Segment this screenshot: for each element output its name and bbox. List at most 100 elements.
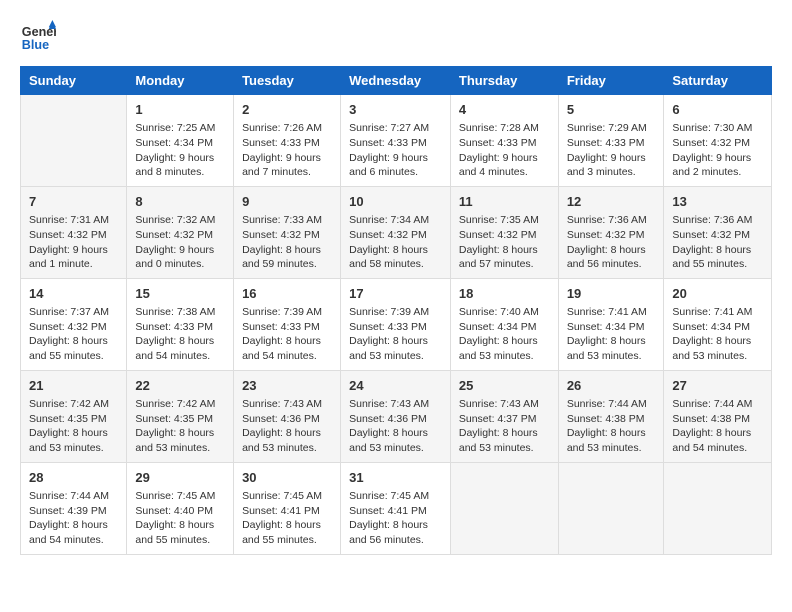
day-info: Sunrise: 7:27 AM Sunset: 4:33 PM Dayligh… — [349, 121, 442, 180]
calendar-day-cell: 28 Sunrise: 7:44 AM Sunset: 4:39 PM Dayli… — [21, 462, 127, 554]
calendar-day-cell: 19 Sunrise: 7:41 AM Sunset: 4:34 PM Dayli… — [558, 278, 664, 370]
day-info: Sunrise: 7:41 AM Sunset: 4:34 PM Dayligh… — [672, 305, 763, 364]
logo: General Blue — [20, 20, 60, 56]
calendar-week-row: 7 Sunrise: 7:31 AM Sunset: 4:32 PM Daylig… — [21, 186, 772, 278]
day-number: 18 — [459, 285, 550, 303]
day-info: Sunrise: 7:44 AM Sunset: 4:39 PM Dayligh… — [29, 489, 118, 548]
calendar-day-cell: 3 Sunrise: 7:27 AM Sunset: 4:33 PM Daylig… — [341, 95, 451, 187]
weekday-header-monday: Monday — [127, 67, 234, 95]
day-info: Sunrise: 7:43 AM Sunset: 4:36 PM Dayligh… — [242, 397, 332, 456]
day-number: 19 — [567, 285, 656, 303]
day-number: 7 — [29, 193, 118, 211]
day-info: Sunrise: 7:25 AM Sunset: 4:34 PM Dayligh… — [135, 121, 225, 180]
day-number: 22 — [135, 377, 225, 395]
logo-icon: General Blue — [20, 20, 56, 56]
calendar-day-cell: 14Sunrise: 7:37 AM Sunset: 4:32 PM Dayli… — [21, 278, 127, 370]
calendar-week-row: 14Sunrise: 7:37 AM Sunset: 4:32 PM Dayli… — [21, 278, 772, 370]
calendar-day-cell: 5Sunrise: 7:29 AM Sunset: 4:33 PM Daylig… — [558, 95, 664, 187]
day-number: 11 — [459, 193, 550, 211]
weekday-header-wednesday: Wednesday — [341, 67, 451, 95]
calendar-empty-cell — [21, 95, 127, 187]
day-number: 28 — [29, 469, 118, 487]
calendar-day-cell: 18 Sunrise: 7:40 AM Sunset: 4:34 PM Dayli… — [450, 278, 558, 370]
calendar-day-cell: 11 Sunrise: 7:35 AM Sunset: 4:32 PM Dayli… — [450, 186, 558, 278]
weekday-header-sunday: Sunday — [21, 67, 127, 95]
day-info: Sunrise: 7:38 AM Sunset: 4:33 PM Dayligh… — [135, 305, 225, 364]
day-info: Sunrise: 7:44 AM Sunset: 4:38 PM Dayligh… — [672, 397, 763, 456]
calendar-day-cell: 9 Sunrise: 7:33 AM Sunset: 4:32 PM Daylig… — [234, 186, 341, 278]
day-info: Sunrise: 7:31 AM Sunset: 4:32 PM Dayligh… — [29, 213, 118, 272]
calendar-day-cell: 16 Sunrise: 7:39 AM Sunset: 4:33 PM Dayli… — [234, 278, 341, 370]
day-number: 31 — [349, 469, 442, 487]
day-info: Sunrise: 7:44 AM Sunset: 4:38 PM Dayligh… — [567, 397, 656, 456]
calendar-day-cell: 20Sunrise: 7:41 AM Sunset: 4:34 PM Dayli… — [664, 278, 772, 370]
day-info: Sunrise: 7:42 AM Sunset: 4:35 PM Dayligh… — [29, 397, 118, 456]
day-number: 3 — [349, 101, 442, 119]
day-info: Sunrise: 7:35 AM Sunset: 4:32 PM Dayligh… — [459, 213, 550, 272]
day-number: 30 — [242, 469, 332, 487]
day-info: Sunrise: 7:33 AM Sunset: 4:32 PM Dayligh… — [242, 213, 332, 272]
day-info: Sunrise: 7:41 AM Sunset: 4:34 PM Dayligh… — [567, 305, 656, 364]
calendar-day-cell: 23 Sunrise: 7:43 AM Sunset: 4:36 PM Dayli… — [234, 370, 341, 462]
day-info: Sunrise: 7:45 AM Sunset: 4:40 PM Dayligh… — [135, 489, 225, 548]
day-number: 21 — [29, 377, 118, 395]
day-number: 9 — [242, 193, 332, 211]
calendar-header-row: SundayMondayTuesdayWednesdayThursdayFrid… — [21, 67, 772, 95]
calendar-empty-cell — [450, 462, 558, 554]
calendar-day-cell: 27 Sunrise: 7:44 AM Sunset: 4:38 PM Dayli… — [664, 370, 772, 462]
day-number: 12 — [567, 193, 656, 211]
calendar-day-cell: 8 Sunrise: 7:32 AM Sunset: 4:32 PM Daylig… — [127, 186, 234, 278]
day-number: 13 — [672, 193, 763, 211]
day-number: 29 — [135, 469, 225, 487]
calendar-day-cell: 25 Sunrise: 7:43 AM Sunset: 4:37 PM Dayli… — [450, 370, 558, 462]
calendar-week-row: 21 Sunrise: 7:42 AM Sunset: 4:35 PM Dayli… — [21, 370, 772, 462]
svg-text:Blue: Blue — [22, 38, 49, 52]
day-info: Sunrise: 7:45 AM Sunset: 4:41 PM Dayligh… — [242, 489, 332, 548]
day-number: 24 — [349, 377, 442, 395]
weekday-header-thursday: Thursday — [450, 67, 558, 95]
calendar-day-cell: 12 Sunrise: 7:36 AM Sunset: 4:32 PM Dayli… — [558, 186, 664, 278]
day-info: Sunrise: 7:43 AM Sunset: 4:36 PM Dayligh… — [349, 397, 442, 456]
calendar-day-cell: 29 Sunrise: 7:45 AM Sunset: 4:40 PM Dayli… — [127, 462, 234, 554]
day-info: Sunrise: 7:42 AM Sunset: 4:35 PM Dayligh… — [135, 397, 225, 456]
calendar-week-row: 1 Sunrise: 7:25 AM Sunset: 4:34 PM Daylig… — [21, 95, 772, 187]
day-number: 10 — [349, 193, 442, 211]
calendar-day-cell: 6 Sunrise: 7:30 AM Sunset: 4:32 PM Daylig… — [664, 95, 772, 187]
day-info: Sunrise: 7:45 AM Sunset: 4:41 PM Dayligh… — [349, 489, 442, 548]
day-number: 27 — [672, 377, 763, 395]
calendar-day-cell: 21 Sunrise: 7:42 AM Sunset: 4:35 PM Dayli… — [21, 370, 127, 462]
day-number: 4 — [459, 101, 550, 119]
calendar-empty-cell — [664, 462, 772, 554]
day-info: Sunrise: 7:26 AM Sunset: 4:33 PM Dayligh… — [242, 121, 332, 180]
day-number: 6 — [672, 101, 763, 119]
calendar-day-cell: 26 Sunrise: 7:44 AM Sunset: 4:38 PM Dayli… — [558, 370, 664, 462]
calendar-day-cell: 24 Sunrise: 7:43 AM Sunset: 4:36 PM Dayli… — [341, 370, 451, 462]
day-info: Sunrise: 7:30 AM Sunset: 4:32 PM Dayligh… — [672, 121, 763, 180]
day-number: 25 — [459, 377, 550, 395]
day-info: Sunrise: 7:34 AM Sunset: 4:32 PM Dayligh… — [349, 213, 442, 272]
calendar-day-cell: 13Sunrise: 7:36 AM Sunset: 4:32 PM Dayli… — [664, 186, 772, 278]
calendar-day-cell: 7 Sunrise: 7:31 AM Sunset: 4:32 PM Daylig… — [21, 186, 127, 278]
day-info: Sunrise: 7:43 AM Sunset: 4:37 PM Dayligh… — [459, 397, 550, 456]
day-number: 26 — [567, 377, 656, 395]
day-info: Sunrise: 7:40 AM Sunset: 4:34 PM Dayligh… — [459, 305, 550, 364]
calendar-week-row: 28 Sunrise: 7:44 AM Sunset: 4:39 PM Dayli… — [21, 462, 772, 554]
day-number: 23 — [242, 377, 332, 395]
calendar-day-cell: 10 Sunrise: 7:34 AM Sunset: 4:32 PM Dayli… — [341, 186, 451, 278]
calendar-day-cell: 2Sunrise: 7:26 AM Sunset: 4:33 PM Daylig… — [234, 95, 341, 187]
header: General Blue — [20, 20, 772, 56]
calendar-day-cell: 1 Sunrise: 7:25 AM Sunset: 4:34 PM Daylig… — [127, 95, 234, 187]
day-number: 1 — [135, 101, 225, 119]
calendar-day-cell: 31 Sunrise: 7:45 AM Sunset: 4:41 PM Dayli… — [341, 462, 451, 554]
day-number: 5 — [567, 101, 656, 119]
day-number: 16 — [242, 285, 332, 303]
day-info: Sunrise: 7:36 AM Sunset: 4:32 PM Dayligh… — [567, 213, 656, 272]
day-number: 8 — [135, 193, 225, 211]
calendar-empty-cell — [558, 462, 664, 554]
calendar-day-cell: 4Sunrise: 7:28 AM Sunset: 4:33 PM Daylig… — [450, 95, 558, 187]
calendar-day-cell: 17Sunrise: 7:39 AM Sunset: 4:33 PM Dayli… — [341, 278, 451, 370]
day-info: Sunrise: 7:32 AM Sunset: 4:32 PM Dayligh… — [135, 213, 225, 272]
calendar-day-cell: 30 Sunrise: 7:45 AM Sunset: 4:41 PM Dayli… — [234, 462, 341, 554]
day-info: Sunrise: 7:39 AM Sunset: 4:33 PM Dayligh… — [242, 305, 332, 364]
calendar: SundayMondayTuesdayWednesdayThursdayFrid… — [20, 66, 772, 555]
